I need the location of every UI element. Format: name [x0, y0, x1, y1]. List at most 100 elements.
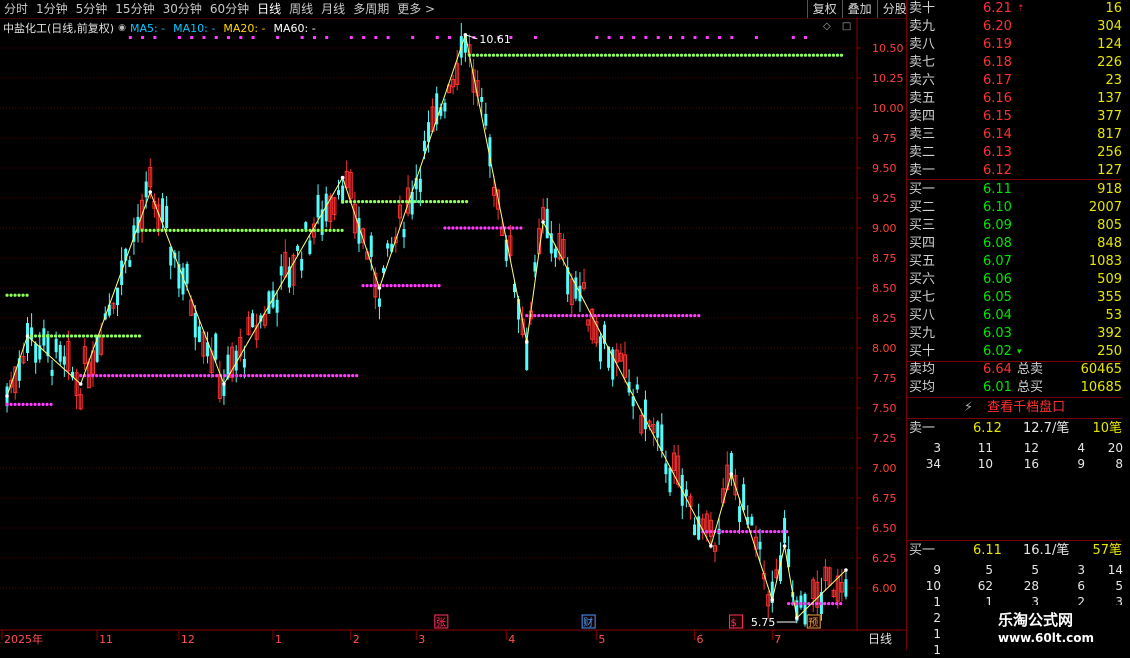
support-dot: [581, 314, 585, 318]
candle-body: [443, 102, 447, 112]
period-tab-3[interactable]: 15分钟: [111, 0, 158, 18]
support-dot: [761, 530, 765, 534]
period-tab-8[interactable]: 月线: [317, 0, 349, 18]
support-dot: [437, 284, 441, 288]
support-dot: [555, 53, 560, 57]
support-dot: [417, 284, 421, 288]
candle-body: [750, 516, 754, 526]
support-dot: [316, 228, 320, 232]
period-tab-1[interactable]: 1分钟: [32, 0, 72, 18]
period-tab-7[interactable]: 周线: [285, 0, 317, 18]
support-dot: [304, 228, 308, 232]
ask-row-3[interactable]: 卖三 6.14 817: [907, 126, 1122, 144]
bid-row-6[interactable]: 买六 6.06 509: [907, 271, 1122, 289]
ask-row-4[interactable]: 卖四 6.15 377: [907, 108, 1122, 126]
support-dot: [109, 334, 114, 338]
queue-cell: 4: [1077, 441, 1085, 455]
support-dot: [471, 226, 475, 230]
support-dot: [565, 314, 569, 318]
zigzag-node: [770, 598, 775, 602]
support-dot: [741, 530, 745, 534]
support-dot: [160, 228, 164, 232]
support-dot: [287, 374, 291, 378]
ask-row-6[interactable]: 卖六 6.17 23: [907, 72, 1122, 90]
candle-body: [169, 246, 173, 266]
candle-body: [337, 190, 341, 195]
ask-row-2[interactable]: 卖二 6.13 256: [907, 144, 1122, 162]
signal-dot: [804, 36, 808, 39]
support-dot: [365, 200, 369, 204]
support-dot: [615, 53, 620, 57]
support-dot: [9, 293, 13, 297]
tool-button-1[interactable]: 叠加: [841, 0, 877, 18]
watermark-url: www.60lt.com: [998, 631, 1095, 645]
support-dot: [609, 314, 613, 318]
ask-row-7[interactable]: 卖七 6.18 226: [907, 54, 1122, 72]
kline-chart[interactable]: 10.50 10.25 10.00 9.75 9.50 9.25 9.00 8.75 8.50 8…: [0, 18, 906, 650]
side-scroll-strip[interactable]: [1121, 20, 1130, 390]
lightning-icon: ⚡: [963, 400, 974, 415]
support-dot: [323, 374, 327, 378]
tool-button-0[interactable]: 复权: [806, 0, 842, 18]
support-dot: [547, 53, 552, 57]
support-dot: [17, 293, 21, 297]
period-tab-5[interactable]: 60分钟: [206, 0, 253, 18]
support-dot: [192, 228, 196, 232]
divider: [907, 540, 1122, 541]
bid-row-4[interactable]: 买四 6.08 848: [907, 235, 1122, 253]
support-dot: [605, 314, 609, 318]
period-tab-0[interactable]: 分时: [0, 0, 32, 18]
support-dot: [775, 53, 780, 57]
candle-body: [30, 327, 34, 340]
y-tick-label: 6.50: [872, 522, 897, 535]
bid-row-2[interactable]: 买二 6.10 2007: [907, 199, 1122, 217]
bid-row-8[interactable]: 买八 6.04 53: [907, 307, 1122, 325]
bid-row-9[interactable]: 买九 6.03 392: [907, 325, 1122, 343]
period-tab-4[interactable]: 30分钟: [159, 0, 206, 18]
support-dot: [769, 530, 773, 534]
support-dot: [803, 53, 808, 57]
bid-row-5[interactable]: 买五 6.07 1083: [907, 253, 1122, 271]
bid-row-1[interactable]: 买一 6.11 918: [907, 181, 1122, 199]
bid-row-10[interactable]: 买十 6.02 ▾ 250: [907, 343, 1122, 361]
bid-row-7[interactable]: 买七 6.05 355: [907, 289, 1122, 307]
ask-row-5[interactable]: 卖五 6.16 137: [907, 90, 1122, 108]
support-dot: [617, 314, 621, 318]
y-tick-label: 7.25: [872, 432, 897, 445]
support-dot: [669, 314, 673, 318]
support-dot: [475, 53, 480, 57]
support-dot: [131, 374, 135, 378]
signal-dot: [202, 36, 206, 39]
y-tick-label: 8.00: [872, 342, 897, 355]
view-qiandang-button[interactable]: ⚡ 查看千档盘口: [907, 399, 1122, 417]
support-dot: [369, 284, 373, 288]
support-dot: [753, 530, 757, 534]
support-dot: [135, 374, 139, 378]
period-tab-2[interactable]: 5分钟: [72, 0, 112, 18]
support-dot: [759, 53, 764, 57]
bid1-price: 6.11: [973, 543, 1002, 558]
support-dot: [339, 374, 343, 378]
signal-dot: [681, 36, 685, 39]
zigzag-node: [541, 220, 545, 224]
period-tab-9[interactable]: 多周期: [349, 0, 393, 18]
support-dot: [735, 53, 740, 57]
period-tab-6[interactable]: 日线: [253, 0, 285, 18]
bid-row-3[interactable]: 买三 6.09 805: [907, 217, 1122, 235]
support-dot: [199, 374, 203, 378]
support-dot: [561, 314, 565, 318]
bid1-per-trade: 16.1/笔: [1023, 543, 1070, 558]
support-dot: [123, 374, 127, 378]
zigzag-node: [222, 382, 226, 386]
ask-row-9[interactable]: 卖九 6.20 304: [907, 18, 1122, 36]
ask-row-6-label: 卖六: [909, 73, 936, 88]
support-dot: [657, 314, 661, 318]
support-dot: [645, 314, 649, 318]
period-tab-10[interactable]: 更多 >: [393, 0, 439, 18]
support-dot: [187, 374, 191, 378]
signal-dot: [411, 36, 415, 39]
ask-row-8[interactable]: 卖八 6.19 124: [907, 36, 1122, 54]
support-dot: [583, 53, 588, 57]
ask-row-1[interactable]: 卖一 6.12 127: [907, 162, 1122, 180]
ask-row-10[interactable]: 卖十 6.21 ⇡ 16: [907, 0, 1122, 18]
